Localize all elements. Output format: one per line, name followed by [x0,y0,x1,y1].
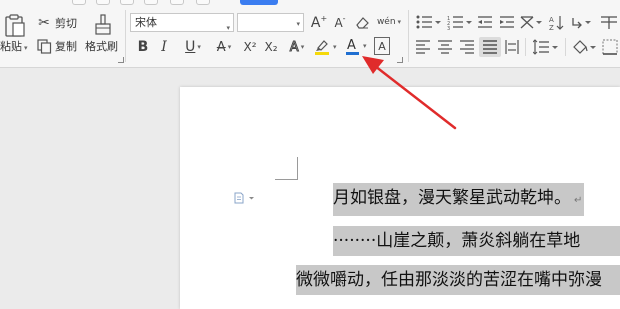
text-line-3[interactable]: 微微嚼动，任由那淡淡的苦涩在嘴中弥漫 [296,265,620,295]
sort-icon[interactable]: AZ [549,15,565,30]
svg-text:A: A [549,16,554,24]
distributed-align-icon[interactable] [505,40,519,54]
font-dialog-launcher[interactable] [397,57,403,63]
justify-icon [483,40,497,54]
paragraph-layout-icon[interactable] [234,192,256,204]
chinese-layout-icon[interactable] [520,15,544,30]
text-effect-button[interactable]: A ▾ [284,37,310,57]
shrink-font-icon: A [334,15,343,30]
shrink-font-button[interactable]: A- [332,13,348,32]
text-line-1-content: 月如银盘，漫天繁星武动乾坤。 [333,188,571,208]
chevron-down-icon: ▾ [333,43,337,51]
chevron-down-icon: ▾ [397,18,402,26]
copy-icon [37,39,52,54]
bullet-list-icon[interactable] [416,15,442,30]
grow-font-button[interactable]: A + [311,13,327,32]
chevron-down-icon: ▾ [197,42,201,51]
minus-icon: - [342,13,346,23]
top-tab-stub[interactable] [196,0,210,5]
pinyin-guide-icon: wén [376,17,396,27]
group-divider [125,10,126,62]
chevron-down-icon: ▾ [296,20,300,28]
copy-button[interactable]: 复制 [36,38,80,56]
format-painter-label: 格式刷 [85,40,118,53]
top-tab-stub[interactable] [170,0,184,5]
group-divider [565,38,566,56]
group-divider [525,38,526,56]
align-left-icon[interactable] [416,40,430,54]
text-line-3-content: 微微嚼动，任由那淡淡的苦涩在嘴中弥漫 [296,270,602,290]
table-tools-icon[interactable] [600,15,618,30]
chevron-down-icon: ▾ [363,42,367,50]
copy-label: 复制 [55,40,77,53]
align-right-icon[interactable] [460,40,474,54]
shading-icon[interactable] [572,39,598,55]
font-color-button[interactable]: A ▾ [345,37,371,57]
paste-button[interactable]: 粘贴 ▾ [0,10,30,58]
text-line-2[interactable]: ········山崖之颠，萧炎斜躺在草地 [333,226,620,256]
font-family-select[interactable]: 宋体 ▾ [130,13,234,32]
justify-button[interactable] [479,37,501,57]
show-marks-icon[interactable] [570,15,594,30]
underline-icon: U [185,39,196,55]
text-effect-icon: A [289,39,299,55]
font-size-select[interactable]: ▾ [237,13,304,32]
scissors-icon: ✂ [38,15,50,31]
chevron-down-icon: ▾ [300,42,305,51]
italic-button[interactable]: I [156,37,172,57]
font-color-icon: A [347,38,356,53]
line-spacing-icon[interactable] [533,39,559,55]
highlight-color-button[interactable]: ▾ [314,38,342,58]
cut-button[interactable]: ✂ 剪切 [36,15,80,33]
text-line-1[interactable]: 月如银盘，漫天繁星武动乾坤。 ↵ [333,183,585,216]
bold-button[interactable]: B [135,37,151,57]
svg-text:Z: Z [549,24,554,30]
superscript-button[interactable]: X² [241,37,259,57]
top-tab-stub[interactable] [96,0,110,5]
underline-button[interactable]: U ▾ [178,37,208,57]
highlighter-icon [315,40,329,55]
cut-label: 剪切 [55,17,77,30]
font-color-bar [346,52,359,55]
chevron-down-icon: ▾ [226,24,230,32]
format-painter-button[interactable]: 格式刷 [84,12,122,58]
page-margin-marker [275,157,298,180]
paintbrush-icon [95,14,111,35]
svg-text:3: 3 [447,26,450,30]
paste-label: 粘贴 [0,40,22,53]
clipboard-icon [5,14,25,37]
increase-indent-icon[interactable] [499,15,515,30]
chevron-down-icon: ▾ [24,44,28,52]
borders-icon[interactable] [602,39,618,55]
clipboard-dialog-launcher[interactable] [118,57,124,63]
decrease-indent-icon[interactable] [477,15,493,30]
pinyin-guide-button[interactable]: wén ▾ [375,13,403,32]
character-border-button[interactable]: A [374,37,390,55]
top-tab-active[interactable] [240,0,278,5]
numbered-list-icon[interactable]: 1 2 3 [447,15,473,30]
ribbon-toolbar: 粘贴 ▾ ✂ 剪切 复制 格式刷 宋体 ▾ ▾ A + A- wén ▾ B I… [0,0,620,68]
top-tab-stub[interactable] [144,0,158,5]
paragraph-mark: ↵ [574,195,583,206]
strikethrough-icon: A [216,39,226,55]
top-tab-stub[interactable] [120,0,134,5]
group-divider [408,10,409,62]
align-center-icon[interactable] [438,40,452,54]
grow-font-icon: A [310,14,321,31]
eraser-icon[interactable] [355,15,370,30]
top-tab-stub[interactable] [72,0,86,5]
text-line-2-content: ········山崖之颠，萧炎斜躺在草地 [333,231,581,251]
plus-icon: + [320,13,328,23]
chevron-down-icon: ▾ [227,42,232,51]
font-family-value: 宋体 [135,16,157,29]
strikethrough-button[interactable]: A ▾ [210,37,238,57]
subscript-button[interactable]: X₂ [262,37,280,57]
